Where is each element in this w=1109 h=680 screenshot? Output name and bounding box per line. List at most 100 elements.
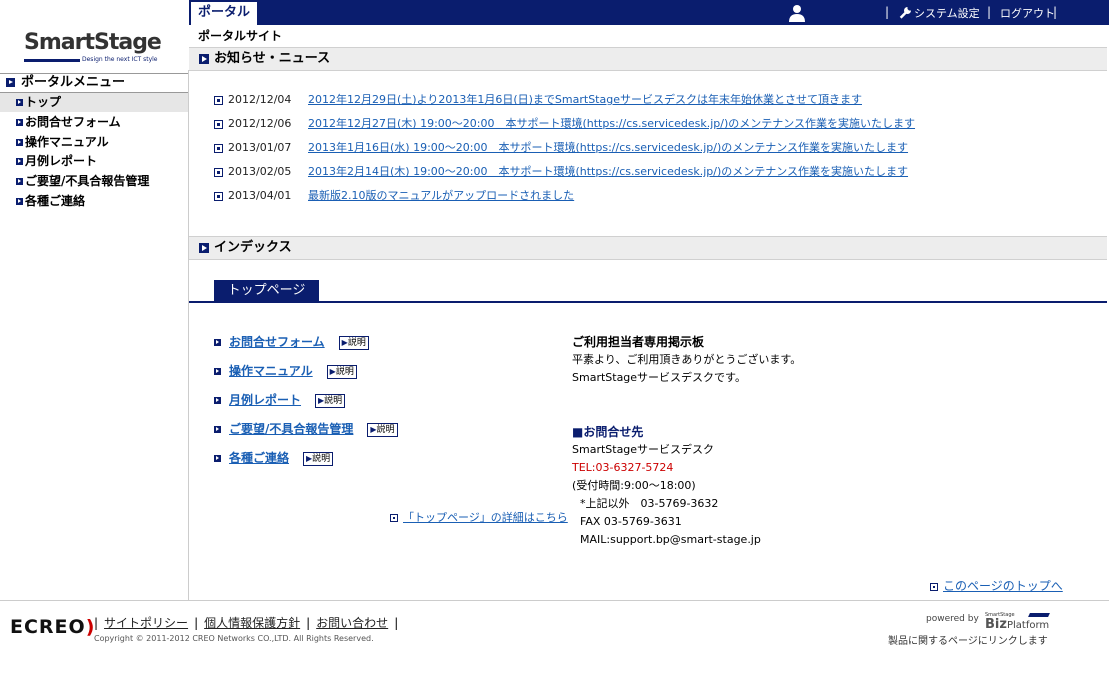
contact-hours: (受付時間:9:00～18:00) <box>572 479 696 492</box>
arrow-square-icon <box>16 198 23 205</box>
news-section-header: お知らせ・ニュース <box>189 47 1107 71</box>
arrow-square-icon <box>16 178 23 185</box>
separator: | <box>885 5 890 19</box>
top-bar: ポータル | システム設定 | ログアウト | <box>0 0 1109 25</box>
sidebar: ポータルメニュー トップ お問合せフォーム 操作マニュアル 月例レポート ご要望… <box>0 70 189 600</box>
arrow-square-icon <box>214 426 221 433</box>
sidebar-item-top[interactable]: トップ <box>0 93 188 112</box>
sidebar-item-notices[interactable]: 各種ご連絡 <box>0 192 188 211</box>
index-link-requests[interactable]: ご要望/不具合報告管理 <box>229 422 353 436</box>
bullet-icon <box>390 514 398 522</box>
index-item: ご要望/不具合報告管理 ▶説明 <box>214 420 398 438</box>
index-link-notices[interactable]: 各種ご連絡 <box>229 451 289 465</box>
index-item: 月例レポート ▶説明 <box>214 391 346 409</box>
system-settings-link[interactable]: システム設定 <box>914 5 980 21</box>
ecreo-wordmark: ecreo <box>10 616 86 638</box>
news-item: 2013/02/05 2013年2月14日(木) 19:00～20:00 本サポー… <box>214 164 908 180</box>
news-date: 2013/02/05 <box>228 165 292 178</box>
powered-by: powered by <box>926 614 979 624</box>
explain-button-label: 説明 <box>347 337 366 348</box>
news-item: 2012/12/04 2012年12月29日(土)より2013年1月6日(日)まで… <box>214 92 862 108</box>
bullet-icon <box>214 167 223 177</box>
index-heading: インデックス <box>214 240 292 255</box>
portal-menu-title: ポータルメニュー <box>21 75 126 90</box>
contact-desk: SmartStageサービスデスク <box>572 443 715 456</box>
sidebar-item-monthly-report[interactable]: 月例レポート <box>0 152 188 171</box>
contact-other-tel: *上記以外 03-5769-3632 <box>580 497 719 510</box>
index-link-monthly-report[interactable]: 月例レポート <box>229 393 301 407</box>
bullet-icon <box>214 191 223 201</box>
tab-portal[interactable]: ポータル <box>191 2 257 25</box>
index-link-manual[interactable]: 操作マニュアル <box>229 364 313 378</box>
index-section-header: インデックス <box>189 236 1107 260</box>
contact-fax: FAX 03-5769-3631 <box>580 515 682 528</box>
tab-underline <box>189 301 1107 303</box>
arrow-square-icon <box>199 53 209 64</box>
explain-button[interactable]: ▶説明 <box>315 393 346 408</box>
arrow-square-icon <box>199 242 209 253</box>
sidebar-item-label: ご要望/不具合報告管理 <box>25 174 150 188</box>
footer-links: | サイトポリシー | 個人情報保護方針 | お問い合わせ | <box>94 616 399 630</box>
contact-tel: TEL:03-6327-5724 <box>572 461 674 474</box>
contact-title: ■お問合せ先 <box>572 425 644 439</box>
news-link[interactable]: 最新版2.10版のマニュアルがアップロードされました <box>308 189 574 202</box>
top-page-detail-link[interactable]: 「トップページ」の詳細はこちら <box>403 511 568 524</box>
news-link[interactable]: 2013年2月14日(木) 19:00～20:00 本サポート環境(https:… <box>308 165 908 178</box>
sidebar-item-label: 各種ご連絡 <box>25 194 86 208</box>
separator: | <box>1053 5 1058 19</box>
logo-tagline: Design the next ICT style <box>82 56 158 63</box>
news-heading: お知らせ・ニュース <box>214 51 331 66</box>
product-link-note: 製品に関するページにリンクします <box>888 636 1048 647</box>
page-title: ポータルサイト <box>198 29 283 43</box>
portal-menu-header: ポータルメニュー <box>0 73 188 93</box>
bulletin-text: 平素より、ご利用頂きありがとうございます。 <box>572 353 802 366</box>
contact-link[interactable]: お問い合わせ <box>316 616 388 630</box>
smartstage-logo[interactable]: SmartStage Design the next ICT style <box>24 30 162 66</box>
arrow-square-icon <box>16 119 23 126</box>
ecreo-logo[interactable]: ecreo) <box>10 616 95 638</box>
logo-bar <box>24 59 80 62</box>
news-link[interactable]: 2013年1月16日(水) 19:00～20:00 本サポート環境(https:… <box>308 141 908 154</box>
explain-button[interactable]: ▶説明 <box>303 451 334 466</box>
bullet-icon <box>930 582 938 591</box>
index-link-inquiry-form[interactable]: お問合せフォーム <box>229 335 325 349</box>
privacy-policy-link[interactable]: 個人情報保護方針 <box>204 616 300 630</box>
arrow-square-icon <box>16 158 23 165</box>
arrow-square-icon <box>214 397 221 404</box>
bizplatform-platform: Platform <box>1007 620 1050 631</box>
sidebar-item-manual[interactable]: 操作マニュアル <box>0 133 188 152</box>
explain-button[interactable]: ▶説明 <box>338 335 369 350</box>
index-item: お問合せフォーム ▶説明 <box>214 333 369 351</box>
news-date: 2013/04/01 <box>228 189 292 202</box>
tab-top-page[interactable]: トップページ <box>214 280 319 302</box>
sidebar-item-label: 操作マニュアル <box>25 135 109 149</box>
news-link[interactable]: 2012年12月27日(木) 19:00～20:00 本サポート環境(https… <box>308 117 915 130</box>
sidebar-item-label: お問合せフォーム <box>25 115 121 129</box>
explain-button-label: 説明 <box>312 453 331 464</box>
news-link[interactable]: 2012年12月29日(土)より2013年1月6日(日)までSmartStage… <box>308 93 862 106</box>
index-item: 各種ご連絡 ▶説明 <box>214 449 334 467</box>
page-top-link[interactable]: このページのトップへ <box>943 579 1063 593</box>
logout-link[interactable]: ログアウト <box>1000 5 1055 21</box>
bizplatform-biz: Biz <box>985 617 1007 632</box>
explain-button-label: 説明 <box>324 395 343 406</box>
index-item: 操作マニュアル ▶説明 <box>214 362 357 380</box>
bulletin-title: ご利用担当者専用掲示板 <box>572 335 705 349</box>
bulletin-board: ご利用担当者専用掲示板 平素より、ご利用頂きありがとうございます。 SmartS… <box>572 333 872 387</box>
wrench-icon <box>899 7 911 19</box>
footer: ecreo) | サイトポリシー | 個人情報保護方針 | お問い合わせ | Copyrig… <box>0 600 1109 680</box>
explain-button[interactable]: ▶説明 <box>367 422 398 437</box>
sidebar-item-inquiry-form[interactable]: お問合せフォーム <box>0 113 188 132</box>
arrow-square-icon <box>214 455 221 462</box>
explain-button[interactable]: ▶説明 <box>326 364 357 379</box>
sidebar-item-requests[interactable]: ご要望/不具合報告管理 <box>0 172 188 191</box>
bullet-icon <box>214 143 223 153</box>
arrow-square-icon <box>16 99 23 106</box>
news-date: 2013/01/07 <box>228 141 292 154</box>
site-policy-link[interactable]: サイトポリシー <box>104 616 188 630</box>
news-item: 2013/01/07 2013年1月16日(水) 19:00～20:00 本サポー… <box>214 140 908 156</box>
bizplatform-logo[interactable]: SmartStage Biz Platform <box>985 612 1051 632</box>
arrow-square-icon <box>6 78 15 87</box>
page-top-row: このページのトップへ <box>930 577 1063 594</box>
user-icon[interactable] <box>787 3 807 23</box>
